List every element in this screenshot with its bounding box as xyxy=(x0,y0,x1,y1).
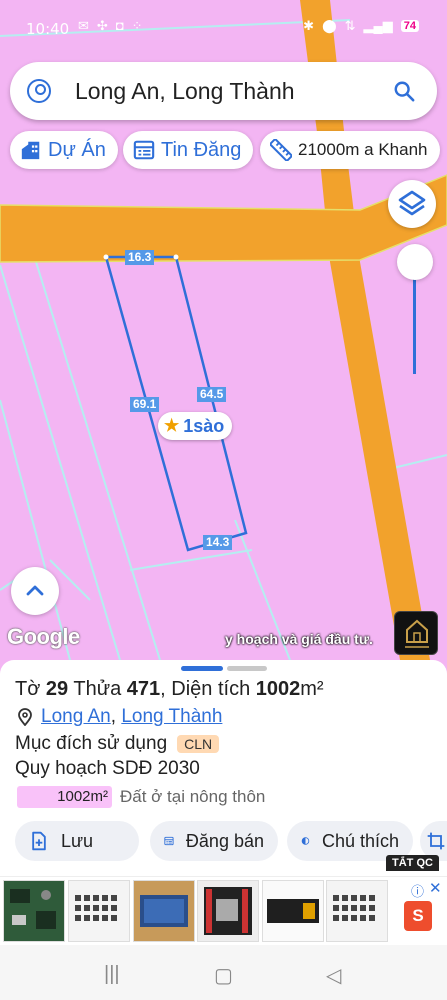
circuit-board-image xyxy=(10,889,56,929)
district-link[interactable]: Long Thành xyxy=(121,706,222,728)
ad-product-image[interactable] xyxy=(262,880,324,942)
crop-icon xyxy=(427,832,445,850)
land-use-row: Mục đích sử dụng CLN xyxy=(15,733,220,755)
sheet-prefix: Tờ xyxy=(15,678,41,700)
status-bar: 10:40 ✉ ✣ ◘ ⁘ ✱ ⬤ ⇅ ▂▄▆ 74 xyxy=(0,0,447,52)
building-icon xyxy=(21,141,40,160)
chevron-up-icon xyxy=(26,585,44,596)
plan-use-description: Đất ở tại nông thôn xyxy=(120,787,266,806)
opacity-slider-track[interactable] xyxy=(413,278,416,374)
location-icon: ⬤ xyxy=(322,18,337,33)
parcel-prefix: Thửa xyxy=(73,678,122,700)
layers-button[interactable] xyxy=(388,180,436,228)
scrolling-banner-text: y hoạch và giá đầu tư. xyxy=(225,631,373,647)
google-watermark: Google xyxy=(7,624,80,649)
house-logo-icon xyxy=(405,619,429,648)
ad-product-image[interactable] xyxy=(197,880,259,942)
province-link[interactable]: Long An xyxy=(41,706,111,728)
ad-product-image[interactable] xyxy=(3,880,65,942)
system-nav-bar: ||| ▢ ◁ xyxy=(0,945,447,1000)
brand-logo[interactable] xyxy=(394,611,438,655)
save-button[interactable]: Lưu xyxy=(15,821,139,861)
keyboard-keys-image xyxy=(333,895,375,921)
edge-label-left: 69.1 xyxy=(130,397,160,412)
battery-pack-image xyxy=(140,895,188,927)
opacity-slider-knob[interactable] xyxy=(397,244,433,280)
hide-ads-badge[interactable]: TẮT QC xyxy=(386,855,439,871)
chip-label: 21000m a Khanh xyxy=(298,140,428,159)
info-icon[interactable]: ⓘ xyxy=(411,881,424,900)
close-icon[interactable]: ✕ xyxy=(429,879,442,897)
expand-up-button[interactable] xyxy=(11,567,59,615)
bluetooth-icon: ✱ xyxy=(303,18,315,33)
chip-du-an[interactable]: Dự Án xyxy=(10,131,118,169)
app-icon: ◘ xyxy=(115,18,124,33)
data-icon: ⇅ xyxy=(344,18,356,33)
shopee-bag-icon[interactable]: S xyxy=(404,901,432,931)
area-value: 1002 xyxy=(255,678,301,700)
location-pin-icon xyxy=(18,708,32,726)
ad-product-image[interactable] xyxy=(326,880,388,942)
chip-label: Dự Án xyxy=(48,138,106,161)
chip-distance[interactable]: 21000m a Khanh xyxy=(260,131,440,169)
post-sale-button[interactable]: Đăng bán xyxy=(150,821,278,861)
area-prefix: , Diện tích xyxy=(160,678,251,700)
motherboard-image xyxy=(204,887,252,935)
status-time: 10:40 xyxy=(26,20,70,38)
keyboard-keys-image xyxy=(75,895,117,921)
land-use-label: Mục đích sử dụng xyxy=(15,733,168,754)
edge-label-right: 64.5 xyxy=(197,387,227,402)
post-sale-button-label: Đăng bán xyxy=(185,830,264,851)
signal-dot-icon: ⁘ xyxy=(131,18,143,33)
map-view[interactable]: 10:40 ✉ ✣ ◘ ⁘ ✱ ⬤ ⇅ ▂▄▆ 74 Long An, Long… xyxy=(0,0,447,660)
save-button-label: Lưu xyxy=(61,830,94,851)
parcel-number: 471 xyxy=(126,678,161,700)
land-plot-outline xyxy=(104,255,248,552)
plan-title: Quy hoạch SDĐ 2030 xyxy=(15,758,200,779)
sheet-page-indicator-active xyxy=(181,666,223,671)
listing-icon xyxy=(133,140,155,160)
star-icon: ★ xyxy=(164,416,180,435)
location-separator: , xyxy=(110,706,122,727)
search-icon[interactable] xyxy=(393,80,415,102)
edge-label-bottom: 14.3 xyxy=(203,535,233,550)
area-label-text: 1sào xyxy=(183,415,225,436)
message-icon: ✉ xyxy=(78,18,89,33)
notification-icons: ✉ ✣ ◘ ⁘ xyxy=(78,18,143,34)
location-row: Long An, Long Thành xyxy=(17,706,222,728)
ruler-icon xyxy=(270,139,292,161)
ad-banner[interactable]: ⓘ ✕ S xyxy=(0,876,447,946)
ad-product-image[interactable] xyxy=(133,880,195,942)
listing-icon xyxy=(164,836,174,846)
plan-area-bar: 1002m² xyxy=(17,786,112,808)
search-query[interactable]: Long An, Long Thành xyxy=(75,78,295,105)
edge-label-top: 16.3 xyxy=(125,250,155,265)
chip-label: Tin Đăng xyxy=(161,138,242,161)
sheet-page-indicator xyxy=(227,666,267,671)
battery-icon: 74 xyxy=(400,20,419,32)
user-circle-icon[interactable] xyxy=(27,79,51,103)
sheet-number: 29 xyxy=(45,678,69,700)
area-unit: m² xyxy=(300,678,324,700)
system-icons: ✱ ⬤ ⇅ ▂▄▆ 74 xyxy=(303,18,419,34)
back-icon[interactable]: ◁ xyxy=(326,963,341,988)
legend-button-label: Chú thích xyxy=(321,830,399,851)
signal-icon: ▂▄▆ xyxy=(363,18,393,33)
land-use-badge: CLN xyxy=(177,735,220,753)
search-bar[interactable]: Long An, Long Thành xyxy=(10,62,437,120)
layers-icon xyxy=(398,190,426,216)
plot-area-label[interactable]: ★ 1sào xyxy=(158,412,233,440)
half-circle-icon xyxy=(301,837,310,845)
fan-icon: ✣ xyxy=(96,18,108,33)
home-icon[interactable]: ▢ xyxy=(214,963,233,988)
add-file-icon xyxy=(32,831,46,851)
parcel-summary: Tờ 29 Thửa 471, Diện tích 1002m² xyxy=(15,678,324,701)
chip-tin-dang[interactable]: Tin Đăng xyxy=(123,131,254,169)
plan-entry: 1002m² Đất ở tại nông thôn xyxy=(17,786,265,808)
laptop-battery-image xyxy=(267,899,319,923)
ad-product-image[interactable] xyxy=(68,880,130,942)
recent-apps-icon[interactable]: ||| xyxy=(104,963,120,986)
